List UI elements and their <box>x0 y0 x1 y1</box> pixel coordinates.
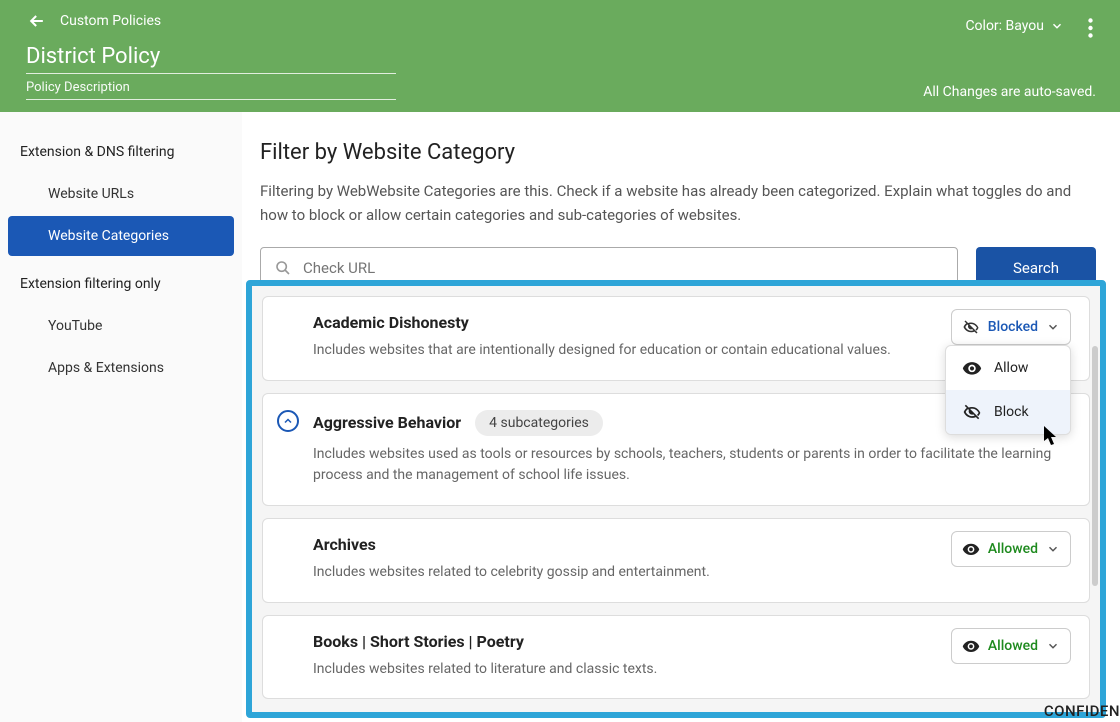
sidebar: Extension & DNS filtering Website URLs W… <box>0 112 242 722</box>
chevron-down-icon <box>1046 639 1060 653</box>
status-label: Allowed <box>988 541 1038 557</box>
color-label: Color: Bayou <box>965 18 1044 34</box>
more-menu-button[interactable] <box>1080 16 1100 40</box>
category-description: Includes websites that are intentionally… <box>313 340 1055 362</box>
mouse-cursor-icon <box>1044 426 1060 446</box>
collapse-toggle[interactable] <box>277 410 299 432</box>
subcategory-badge: 4 subcategories <box>475 410 603 436</box>
sidebar-item-apps-extensions[interactable]: Apps & Extensions <box>8 348 234 388</box>
page-heading: Filter by Website Category <box>260 140 1096 165</box>
sidebar-item-youtube[interactable]: YouTube <box>8 306 234 346</box>
status-dropdown-button[interactable]: Allowed <box>951 531 1071 567</box>
eye-icon <box>962 358 982 378</box>
sidebar-section-dns: Extension & DNS filtering <box>8 134 234 174</box>
status-label: Allowed <box>988 638 1038 654</box>
chevron-down-icon <box>1046 542 1060 556</box>
kebab-icon <box>1088 18 1093 38</box>
category-title: Archives <box>313 535 376 554</box>
color-picker[interactable]: Color: Bayou <box>965 18 1064 34</box>
chevron-up-icon <box>282 415 294 427</box>
category-list-panel: Academic Dishonesty Includes websites th… <box>246 280 1106 718</box>
category-card: Academic Dishonesty Includes websites th… <box>262 296 1090 381</box>
autosave-status: All Changes are auto-saved. <box>923 84 1096 100</box>
eye-off-icon <box>962 402 982 422</box>
sidebar-section-ext: Extension filtering only <box>8 266 234 306</box>
scrollbar[interactable] <box>1092 346 1098 586</box>
status-dropdown-button[interactable]: Allowed <box>951 628 1071 664</box>
eye-icon <box>962 540 980 558</box>
category-card: Books | Short Stories | Poetry Includes … <box>262 615 1090 700</box>
sidebar-item-website-urls[interactable]: Website URLs <box>8 174 234 214</box>
policy-title-input[interactable] <box>26 38 396 74</box>
status-dropdown-menu: Allow Block <box>945 345 1071 435</box>
menu-item-allow[interactable]: Allow <box>946 346 1070 390</box>
category-description: Includes websites related to literature … <box>313 659 1055 681</box>
category-description: Includes websites used as tools or resou… <box>313 444 1055 487</box>
chevron-down-icon <box>1046 320 1060 334</box>
category-title: Books | Short Stories | Poetry <box>313 632 524 651</box>
category-description: Includes websites related to celebrity g… <box>313 562 1055 584</box>
search-icon <box>275 260 291 276</box>
eye-icon <box>962 637 980 655</box>
main-content: Filter by Website Category Filtering by … <box>242 112 1120 722</box>
sidebar-item-website-categories[interactable]: Website Categories <box>8 216 234 256</box>
eye-off-icon <box>962 318 980 336</box>
policy-description-input[interactable] <box>26 76 396 100</box>
breadcrumb[interactable]: Custom Policies <box>60 13 161 29</box>
header: Custom Policies Color: Bayou All Changes… <box>0 0 1120 112</box>
watermark: CONFIDEN <box>1044 702 1120 720</box>
back-arrow-icon[interactable] <box>26 10 48 32</box>
check-url-input[interactable] <box>303 259 943 277</box>
category-title: Aggressive Behavior <box>313 413 461 432</box>
status-label: Blocked <box>988 319 1038 335</box>
category-title: Academic Dishonesty <box>313 313 469 332</box>
status-dropdown-button[interactable]: Blocked <box>951 309 1071 345</box>
chevron-down-icon <box>1050 19 1064 33</box>
page-subtitle: Filtering by WebWebsite Categories are t… <box>260 179 1096 227</box>
category-card: Archives Includes websites related to ce… <box>262 518 1090 603</box>
